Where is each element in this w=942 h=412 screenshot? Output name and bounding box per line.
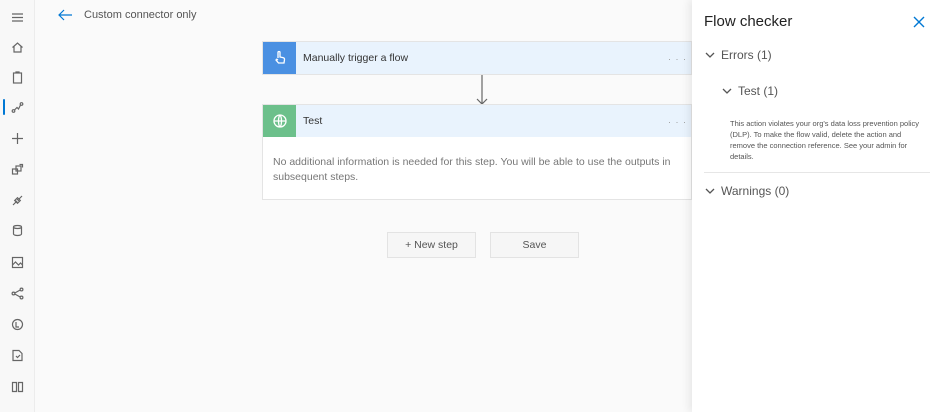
clipboard-icon[interactable] [0, 63, 35, 91]
error-item-label: Test (1) [738, 84, 779, 98]
connector-arrow-icon [474, 74, 490, 106]
connectors-icon[interactable] [0, 186, 35, 214]
solutions-icon[interactable] [0, 341, 35, 369]
learn-book-icon[interactable] [0, 372, 35, 400]
divider [704, 172, 930, 173]
chevron-down-icon [722, 88, 732, 94]
ai-image-icon[interactable] [0, 248, 35, 276]
trigger-card[interactable]: Manually trigger a flow · · · [262, 41, 692, 75]
templates-icon[interactable] [0, 155, 35, 183]
flow-checker-panel: Flow checker Errors (1) Test (1) This ac… [692, 0, 942, 412]
action-card[interactable]: Test · · · No additional information is … [262, 104, 692, 200]
close-icon[interactable] [913, 15, 925, 28]
action-card-title: Test [303, 115, 323, 127]
errors-section-toggle[interactable]: Errors (1) [705, 48, 772, 62]
action-card-menu[interactable]: · · · [668, 117, 687, 127]
action-card-body: No additional information is needed for … [273, 156, 671, 183]
warnings-section-toggle[interactable]: Warnings (0) [705, 184, 789, 198]
home-icon[interactable] [0, 33, 35, 61]
database-icon[interactable] [0, 216, 35, 244]
trigger-card-title: Manually trigger a flow [303, 52, 409, 64]
flow-icon[interactable] [0, 93, 35, 121]
chevron-down-icon [705, 188, 715, 194]
trigger-card-header[interactable]: Manually trigger a flow [263, 42, 691, 74]
save-button[interactable]: Save [490, 232, 579, 258]
left-nav-rail [0, 0, 35, 412]
panel-title: Flow checker [704, 13, 793, 30]
errors-label: Errors (1) [721, 48, 772, 62]
globe-icon [263, 105, 296, 137]
process-icon[interactable] [0, 279, 35, 307]
chevron-down-icon [705, 52, 715, 58]
new-step-button[interactable]: + New step [387, 232, 476, 258]
error-message: This action violates your org's data los… [730, 119, 920, 161]
flow-name: Custom connector only [84, 9, 197, 21]
action-card-header[interactable]: Test [263, 105, 691, 137]
back-arrow-icon[interactable] [57, 8, 73, 22]
plus-icon[interactable] [0, 124, 35, 152]
error-item-toggle[interactable]: Test (1) [722, 84, 778, 98]
trigger-card-menu[interactable]: · · · [668, 54, 687, 64]
hand-pointer-icon [263, 42, 296, 74]
hamburger-menu-icon[interactable] [0, 3, 35, 31]
top-bar: Custom connector only [35, 0, 692, 32]
coin-icon[interactable] [0, 310, 35, 338]
warnings-label: Warnings (0) [721, 184, 790, 198]
